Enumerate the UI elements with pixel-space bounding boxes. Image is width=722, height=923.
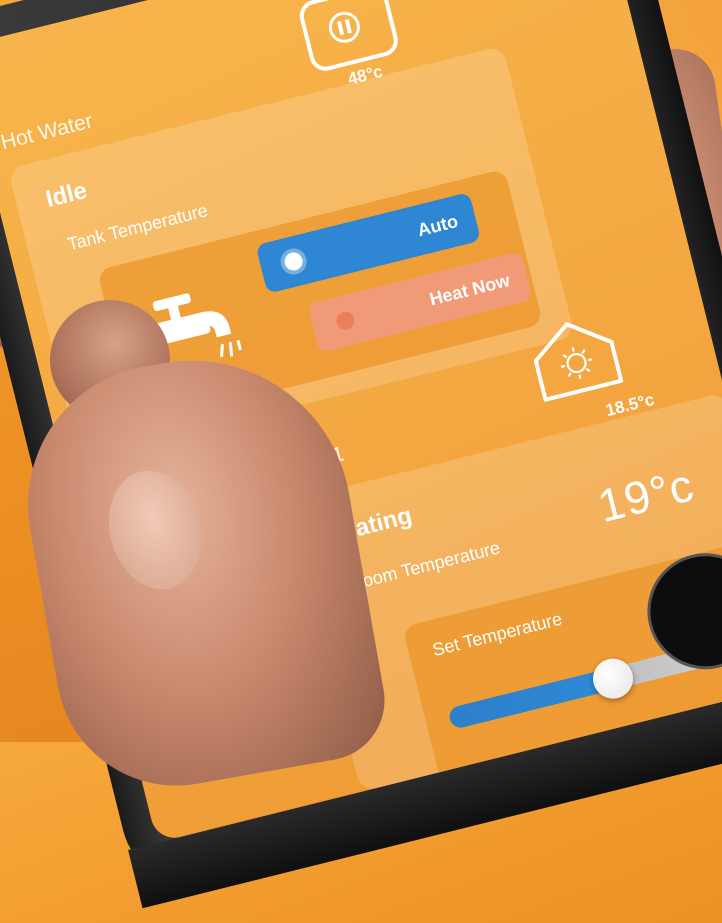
set-temperature-label: Set Temperature — [430, 608, 565, 661]
set-temperature-slider-thumb[interactable] — [588, 654, 638, 703]
hot-water-status: Idle — [43, 176, 90, 214]
room-temperature-value: 19°c — [592, 458, 700, 533]
auto-radio-icon — [282, 250, 305, 273]
sun-icon — [560, 347, 593, 379]
heat-now-button-label: Heat Now — [427, 269, 512, 309]
heat-now-radio-icon — [334, 309, 357, 332]
room-temperature-label: Room Temperature — [347, 537, 502, 595]
tank-status-icon[interactable] — [296, 0, 402, 75]
hot-water-section-label: Hot Water — [0, 109, 96, 155]
auto-button-label: Auto — [415, 210, 460, 240]
pause-icon — [328, 11, 360, 43]
